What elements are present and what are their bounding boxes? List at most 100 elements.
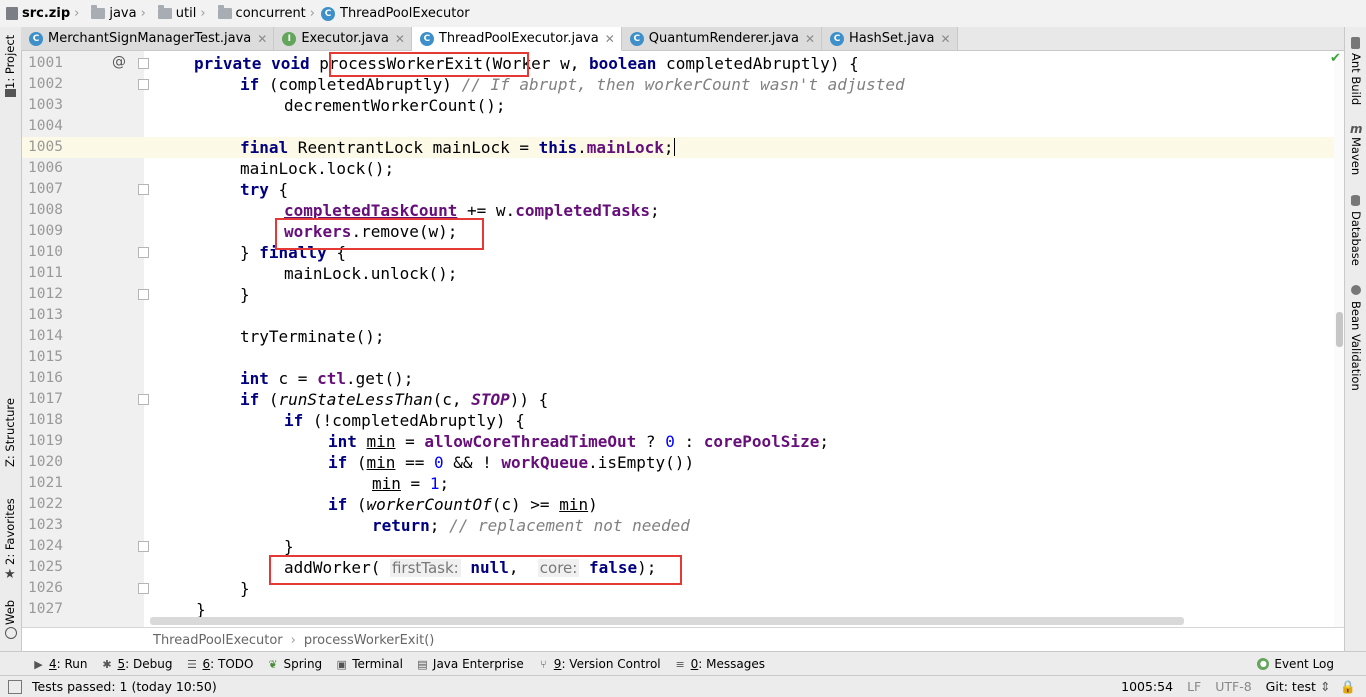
event-log-icon: ● xyxy=(1257,658,1270,670)
database-tool-button[interactable]: Database xyxy=(1349,211,1363,266)
caret-position[interactable]: 1005:54 xyxy=(1121,679,1173,694)
tab-hash-set[interactable]: C HashSet.java ✕ xyxy=(822,27,958,50)
horizontal-scrollbar[interactable] xyxy=(150,617,1184,625)
folder-icon xyxy=(157,5,172,19)
fold-marker-icon[interactable] xyxy=(138,541,149,552)
tab-thread-pool-executor[interactable]: C ThreadPoolExecutor.java ✕ xyxy=(411,27,622,51)
database-icon xyxy=(1351,195,1360,206)
close-icon[interactable]: ✕ xyxy=(395,32,405,46)
override-marker-icon[interactable]: @ xyxy=(112,54,126,70)
close-icon[interactable]: ✕ xyxy=(805,32,815,46)
line-number: 1010 xyxy=(28,244,63,260)
spring-tool-button[interactable]: ❦ Spring xyxy=(267,657,322,671)
code-line-1020: if (min == 0 && ! workQueue.isEmpty()) xyxy=(328,453,695,472)
line-number: 1023 xyxy=(28,517,63,533)
project-icon xyxy=(5,89,16,97)
breadcrumb-class[interactable]: ThreadPoolExecutor xyxy=(153,633,283,648)
interface-icon: I xyxy=(282,31,297,46)
spring-leaf-icon: ❦ xyxy=(268,657,278,671)
fold-marker-icon[interactable] xyxy=(138,247,149,258)
nav-crumb-util[interactable]: util › xyxy=(152,0,212,27)
line-number: 1025 xyxy=(28,559,63,575)
run-tool-button[interactable]: ▶ 4: Run xyxy=(33,657,87,671)
todo-tool-button[interactable]: ☰ 6: TODO xyxy=(186,657,253,671)
code-breadcrumb: ThreadPoolExecutor › processWorkerExit() xyxy=(22,627,1344,652)
code-line-1005: final ReentrantLock mainLock = this.main… xyxy=(240,138,675,157)
tab-executor[interactable]: I Executor.java ✕ xyxy=(274,27,412,50)
nav-crumb-src-zip[interactable]: src.zip › xyxy=(0,0,85,27)
bug-icon: ✱ xyxy=(102,657,112,671)
event-log-button[interactable]: ● Event Log xyxy=(1257,657,1334,671)
left-tool-strip: 1: Project Z: Structure 2: Favorites ★ W… xyxy=(0,27,22,651)
line-number: 1007 xyxy=(28,181,63,197)
tool-window-bar: ▶ 4: Run ✱ 5: Debug ☰ 6: TODO ❦ Spring ▣ Term… xyxy=(0,651,1366,676)
messages-tool-button[interactable]: ≡ 0: Messages xyxy=(675,657,765,671)
web-tool-button[interactable]: Web xyxy=(3,600,17,625)
line-number: 1002 xyxy=(28,76,63,92)
file-encoding[interactable]: UTF-8 xyxy=(1215,679,1251,694)
line-number: 1016 xyxy=(28,370,63,386)
debug-tool-button[interactable]: ✱ 5: Debug xyxy=(102,657,172,671)
maven-icon: m xyxy=(1350,122,1363,136)
fold-marker-icon[interactable] xyxy=(138,58,149,69)
line-number: 1020 xyxy=(28,454,63,470)
caret-line-highlight xyxy=(22,137,1334,158)
version-control-tool-button[interactable]: ⑂ 9: Version Control xyxy=(538,657,661,671)
tab-quantum-renderer[interactable]: C QuantumRenderer.java ✕ xyxy=(621,27,823,50)
line-number: 1011 xyxy=(28,265,63,281)
right-tool-strip: Ant Build m Maven Database Bean Validati… xyxy=(1344,27,1366,651)
line-number: 1009 xyxy=(28,223,63,239)
tab-merchant-sign-manager-test[interactable]: C MerchantSignManagerTest.java ✕ xyxy=(21,27,275,50)
highlight-box-add-worker xyxy=(269,555,682,585)
code-line-1021: min = 1; xyxy=(372,474,450,493)
line-number: 1026 xyxy=(28,580,63,596)
favorites-tool-button[interactable]: 2: Favorites xyxy=(3,498,17,565)
line-number: 1001 xyxy=(28,55,63,71)
maven-tool-button[interactable]: Maven xyxy=(1349,137,1363,175)
line-number: 1005 xyxy=(28,139,63,155)
fold-marker-icon[interactable] xyxy=(138,184,149,195)
lock-icon[interactable]: 🔒 xyxy=(1340,679,1356,695)
git-branch[interactable]: Git: test xyxy=(1266,679,1316,694)
project-tool-button[interactable]: 1: Project xyxy=(3,35,17,89)
line-number: 1006 xyxy=(28,160,63,176)
terminal-tool-button[interactable]: ▣ Terminal xyxy=(336,657,402,671)
java-enterprise-tool-button[interactable]: ▤ Java Enterprise xyxy=(417,657,524,671)
globe-icon xyxy=(5,627,17,639)
fold-marker-icon[interactable] xyxy=(138,289,149,300)
ant-icon xyxy=(1351,37,1360,49)
code-line-1023: return; // replacement not needed xyxy=(372,516,690,535)
bean-validation-tool-button[interactable]: Bean Validation xyxy=(1349,301,1363,391)
close-icon[interactable]: ✕ xyxy=(605,32,615,46)
nav-crumb-class[interactable]: C ThreadPoolExecutor xyxy=(321,0,470,27)
vertical-scrollbar-thumb[interactable] xyxy=(1336,312,1343,347)
line-number: 1017 xyxy=(28,391,63,407)
tool-windows-toggle-icon[interactable] xyxy=(8,679,22,694)
todo-list-icon: ☰ xyxy=(187,657,197,671)
fold-marker-icon[interactable] xyxy=(138,79,149,90)
line-number: 1015 xyxy=(28,349,63,365)
fold-marker-icon[interactable] xyxy=(138,394,149,405)
structure-tool-button[interactable]: Z: Structure xyxy=(3,398,17,467)
close-icon[interactable]: ✕ xyxy=(257,32,267,46)
status-message[interactable]: Tests passed: 1 (today 10:50) xyxy=(32,679,217,694)
folder-icon xyxy=(217,5,232,19)
line-number: 1019 xyxy=(28,433,63,449)
navigation-bar: src.zip › java › util › concurrent › C Threa… xyxy=(0,0,1366,28)
inspection-ok-icon[interactable]: ✔ xyxy=(1330,51,1341,66)
bean-icon xyxy=(1351,285,1361,295)
close-icon[interactable]: ✕ xyxy=(941,32,951,46)
star-icon: ★ xyxy=(4,567,16,582)
nav-crumb-java[interactable]: java › xyxy=(85,0,151,27)
line-separator[interactable]: LF xyxy=(1187,679,1201,694)
highlight-box-workers-remove xyxy=(275,218,484,250)
code-line-1016: int c = ctl.get(); xyxy=(240,369,414,388)
fold-marker-icon[interactable] xyxy=(138,583,149,594)
breadcrumb-method[interactable]: processWorkerExit() xyxy=(304,633,435,648)
nav-crumb-concurrent[interactable]: concurrent › xyxy=(212,0,321,27)
code-line-1018: if (!completedAbruptly) { xyxy=(284,411,525,430)
ant-build-tool-button[interactable]: Ant Build xyxy=(1349,53,1363,105)
line-number: 1024 xyxy=(28,538,63,554)
code-line-1014: tryTerminate(); xyxy=(240,327,385,346)
branch-icon: ⑂ xyxy=(539,657,547,671)
